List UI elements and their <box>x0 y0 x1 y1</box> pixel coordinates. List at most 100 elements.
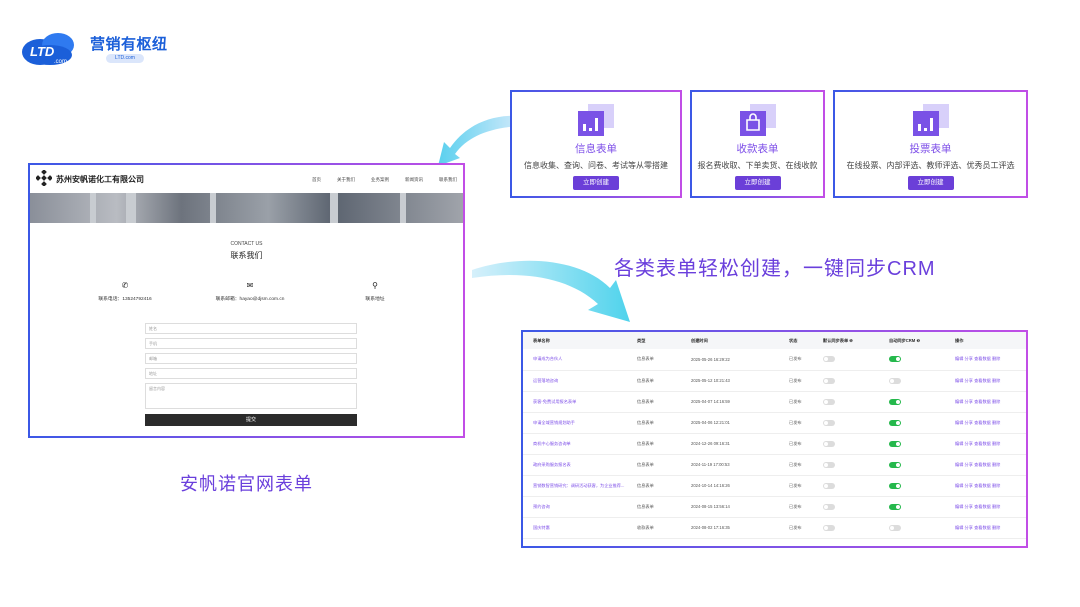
default-sync-toggle[interactable] <box>823 461 835 468</box>
form-name-link[interactable]: 国庆特惠 <box>523 517 627 539</box>
default-sync-toggle[interactable] <box>823 398 835 405</box>
submit-button[interactable]: 提交 <box>145 414 357 426</box>
phone-field[interactable]: 手机 <box>145 338 357 349</box>
create-button[interactable]: 立即创建 <box>734 176 781 190</box>
status-text: 已发布 <box>779 370 813 392</box>
form-type: 信息表单 <box>627 496 681 518</box>
status-text: 已发布 <box>779 433 813 455</box>
form-type: 信息表单 <box>627 412 681 434</box>
contact-address-text: 联系地址 <box>365 297 385 302</box>
crm-sync-cell <box>879 496 945 518</box>
website-form-preview: 苏州安帆诺化工有限公司 首页 关于我们 业务案例 新闻资讯 联系我们 CONTA… <box>28 163 465 438</box>
slogan-text: 各类表单轻松创建，一键同步CRM <box>614 258 936 280</box>
row-actions[interactable]: 编辑 分享 查看数据 删除 <box>945 496 1026 518</box>
col-header-crm-sync: 自动同步CRM ❶ <box>879 332 945 349</box>
contact-address: ⚲ 联系地址 <box>360 281 390 302</box>
default-sync-toggle[interactable] <box>823 503 835 510</box>
card-payment-form[interactable]: 收款表单 报名费收取、下单卖货、在线收款 立即创建 <box>690 90 825 198</box>
row-actions[interactable]: 编辑 分享 查看数据 删除 <box>945 517 1026 539</box>
brand-name: 营销有枢纽 <box>90 36 168 53</box>
contact-subtitle: CONTACT US <box>230 241 263 247</box>
card-desc: 信息收集、查询、问卷、考试等从零搭建 <box>524 161 668 170</box>
default-sync-cell <box>813 517 879 539</box>
table-row: 预约咨询 信息表单 2024-08-15 13:56:14 已发布 编辑 分享 查看数据… <box>523 496 1026 518</box>
col-header-status: 状态 <box>779 332 813 349</box>
form-name-link[interactable]: 获客-免费试用报名表单 <box>523 391 627 413</box>
form-name-link[interactable]: 政府采购服务报名表 <box>523 454 627 476</box>
nav-item-cases[interactable]: 业务案例 <box>371 177 389 183</box>
status-text: 已发布 <box>779 496 813 518</box>
contact-email: ✉ 联系邮箱：hayao@djsm.com.cn <box>210 281 290 302</box>
crm-sync-cell <box>879 517 945 539</box>
crm-sync-toggle[interactable] <box>889 461 901 468</box>
status-text: 已发布 <box>779 475 813 497</box>
row-actions[interactable]: 编辑 分享 查看数据 删除 <box>945 433 1026 455</box>
nav-item-about[interactable]: 关于我们 <box>337 177 355 183</box>
row-actions[interactable]: 编辑 分享 查看数据 删除 <box>945 391 1026 413</box>
crm-sync-cell <box>879 454 945 476</box>
brand-sub: LTD.com <box>106 54 144 63</box>
site-banner-image <box>30 193 463 223</box>
table-row: 运营落地咨询 信息表单 2025-05-12 10:21:43 已发布 编辑 分享 查看… <box>523 370 1026 392</box>
row-actions[interactable]: 编辑 分享 查看数据 删除 <box>945 475 1026 497</box>
crm-sync-toggle[interactable] <box>889 419 901 426</box>
address-field[interactable]: 地址 <box>145 368 357 379</box>
form-name-link[interactable]: 申请成为合伙人 <box>523 349 627 371</box>
default-sync-toggle[interactable] <box>823 356 835 363</box>
bar-chart-icon <box>578 104 614 136</box>
create-button[interactable]: 立即创建 <box>907 176 954 190</box>
default-sync-cell <box>813 454 879 476</box>
form-type: 信息表单 <box>627 454 681 476</box>
crm-sync-toggle[interactable] <box>889 398 901 405</box>
default-sync-cell <box>813 370 879 392</box>
bar-chart-icon <box>912 104 949 136</box>
message-field[interactable]: 留言内容 <box>145 383 357 409</box>
card-info-form[interactable]: 信息表单 信息收集、查询、问卷、考试等从零搭建 立即创建 <box>510 90 682 198</box>
row-actions[interactable]: 编辑 分享 查看数据 删除 <box>945 454 1026 476</box>
crm-sync-toggle[interactable] <box>889 524 901 531</box>
logo-mark-sub: .com <box>54 59 67 65</box>
created-time: 2025-04-06 12:21:01 <box>681 412 779 434</box>
crm-sync-toggle[interactable] <box>889 440 901 447</box>
card-title: 收款表单 <box>736 143 779 155</box>
default-sync-toggle[interactable] <box>823 482 835 489</box>
created-time: 2025-04-07 14:16:59 <box>681 391 779 413</box>
default-sync-toggle[interactable] <box>823 440 835 447</box>
row-actions[interactable]: 编辑 分享 查看数据 删除 <box>945 349 1026 371</box>
default-sync-toggle[interactable] <box>823 524 835 531</box>
created-time: 2024-08-15 13:56:14 <box>681 496 779 518</box>
col-header-actions: 操作 <box>945 332 1026 349</box>
nav-item-news[interactable]: 新闻资讯 <box>405 177 423 183</box>
card-vote-form[interactable]: 投票表单 在线投票、内部评选、教师评选、优秀员工评选 立即创建 <box>833 90 1028 198</box>
form-name-link[interactable]: 运营落地咨询 <box>523 370 627 392</box>
name-field[interactable]: 姓名 <box>145 323 357 334</box>
crm-sync-toggle[interactable] <box>889 377 901 384</box>
crm-sync-toggle[interactable] <box>889 503 901 510</box>
form-type: 信息表单 <box>627 349 681 371</box>
create-button[interactable]: 立即创建 <box>573 176 619 190</box>
crm-sync-toggle[interactable] <box>889 482 901 489</box>
logo-mark-text: LTD <box>30 44 55 59</box>
row-actions[interactable]: 编辑 分享 查看数据 删除 <box>945 412 1026 434</box>
email-field[interactable]: 邮箱 <box>145 353 357 364</box>
form-type: 信息表单 <box>627 433 681 455</box>
default-sync-toggle[interactable] <box>823 419 835 426</box>
brand-logo-icon: LTD .com <box>20 30 86 68</box>
crm-sync-toggle[interactable] <box>889 356 901 363</box>
company-logo-icon <box>36 170 52 186</box>
status-text: 已发布 <box>779 517 813 539</box>
default-sync-toggle[interactable] <box>823 377 835 384</box>
crm-sync-cell <box>879 475 945 497</box>
form-name-link[interactable]: 营销数智营销研究：调研活动获客，为企业推荐... <box>523 475 627 497</box>
card-title: 投票表单 <box>909 143 952 155</box>
nav-item-contact[interactable]: 联系我们 <box>439 177 457 183</box>
default-sync-cell <box>813 349 879 371</box>
row-actions[interactable]: 编辑 分享 查看数据 删除 <box>945 370 1026 392</box>
col-header-name: 表单名称 <box>523 332 627 349</box>
default-sync-cell <box>813 412 879 434</box>
contact-title: 联系我们 <box>230 251 263 260</box>
form-name-link[interactable]: 申请全域营销规划助手 <box>523 412 627 434</box>
form-name-link[interactable]: 预约咨询 <box>523 496 627 518</box>
form-name-link[interactable]: 商机中心服务咨询单 <box>523 433 627 455</box>
nav-item-home[interactable]: 首页 <box>312 177 321 183</box>
